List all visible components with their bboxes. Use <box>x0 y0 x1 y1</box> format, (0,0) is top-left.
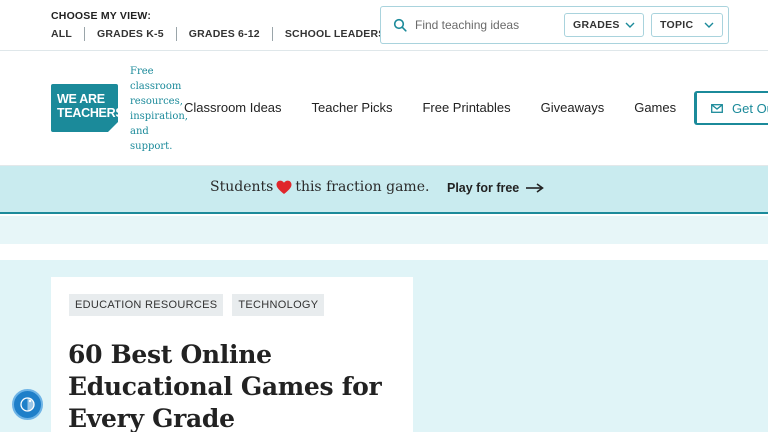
newsletter-button[interactable]: Get Ou <box>694 91 768 125</box>
search-box: GRADES TOPIC <box>380 6 729 44</box>
view-link-grades-6-12[interactable]: GRADES 6-12 <box>189 28 260 40</box>
article-tags: EDUCATION RESOURCES TECHNOLOGY <box>69 294 333 316</box>
grades-filter-dropdown[interactable]: GRADES <box>564 13 644 37</box>
promo-text-end: this fraction game. <box>295 179 430 195</box>
newsletter-button-label: Get Ou <box>732 100 768 116</box>
promo-text: Students this fraction game. <box>210 179 429 195</box>
article-card: EDUCATION RESOURCES TECHNOLOGY 60 Best O… <box>51 277 413 432</box>
promo-text-start: Students <box>210 179 274 195</box>
grades-filter-label: GRADES <box>573 19 620 31</box>
divider <box>84 27 86 41</box>
tag-technology[interactable]: TECHNOLOGY <box>232 294 325 316</box>
content-gap <box>0 244 768 260</box>
mail-icon <box>711 103 723 113</box>
promo-banner: Students this fraction game. Play for fr… <box>0 166 768 214</box>
accessibility-icon <box>20 397 35 412</box>
logo-line-1: WE ARE <box>57 92 105 106</box>
nav-teacher-picks[interactable]: Teacher Picks <box>312 100 393 115</box>
divider <box>175 27 177 41</box>
nav-classroom-ideas[interactable]: Classroom Ideas <box>184 100 282 115</box>
arrow-right-icon <box>526 183 545 193</box>
main-nav: Classroom Ideas Teacher Picks Free Print… <box>184 100 706 115</box>
logo-fold <box>108 122 118 132</box>
view-link-school-leaders[interactable]: SCHOOL LEADERS <box>285 28 386 40</box>
logo-text: WE ARE TEACHERS <box>57 92 124 120</box>
site-tagline: Free classroom resources, inspiration, a… <box>130 66 188 152</box>
choose-view-label: CHOOSE MY VIEW: <box>51 10 152 22</box>
content-stripe <box>0 216 768 244</box>
divider <box>271 27 273 41</box>
site-logo[interactable]: WE ARE TEACHERS <box>51 84 124 132</box>
grade-view-links: ALL GRADES K-5 GRADES 6-12 SCHOOL LEADER… <box>51 27 385 41</box>
chevron-down-icon <box>704 22 714 28</box>
nav-giveaways[interactable]: Giveaways <box>541 100 605 115</box>
view-link-grades-k5[interactable]: GRADES K-5 <box>97 28 164 40</box>
topic-filter-label: TOPIC <box>660 19 694 31</box>
play-for-free-label: Play for free <box>447 181 520 195</box>
nav-free-printables[interactable]: Free Printables <box>422 100 510 115</box>
article-title: 60 Best Online Educational Games for Eve… <box>68 340 382 432</box>
utility-bar: CHOOSE MY VIEW: ALL GRADES K-5 GRADES 6-… <box>0 0 768 51</box>
search-input[interactable] <box>415 13 555 37</box>
topic-filter-dropdown[interactable]: TOPIC <box>651 13 723 37</box>
main-header: WE ARE TEACHERS Free classroom resources… <box>0 51 768 166</box>
heart-icon <box>276 180 292 194</box>
chevron-down-icon <box>625 22 635 28</box>
view-link-all[interactable]: ALL <box>51 28 72 40</box>
logo-line-2: TEACHERS <box>57 106 124 120</box>
search-icon[interactable] <box>393 18 407 32</box>
accessibility-button[interactable] <box>12 389 43 420</box>
nav-games[interactable]: Games <box>634 100 676 115</box>
play-for-free-link[interactable]: Play for free <box>447 181 545 195</box>
tag-education-resources[interactable]: EDUCATION RESOURCES <box>69 294 224 316</box>
